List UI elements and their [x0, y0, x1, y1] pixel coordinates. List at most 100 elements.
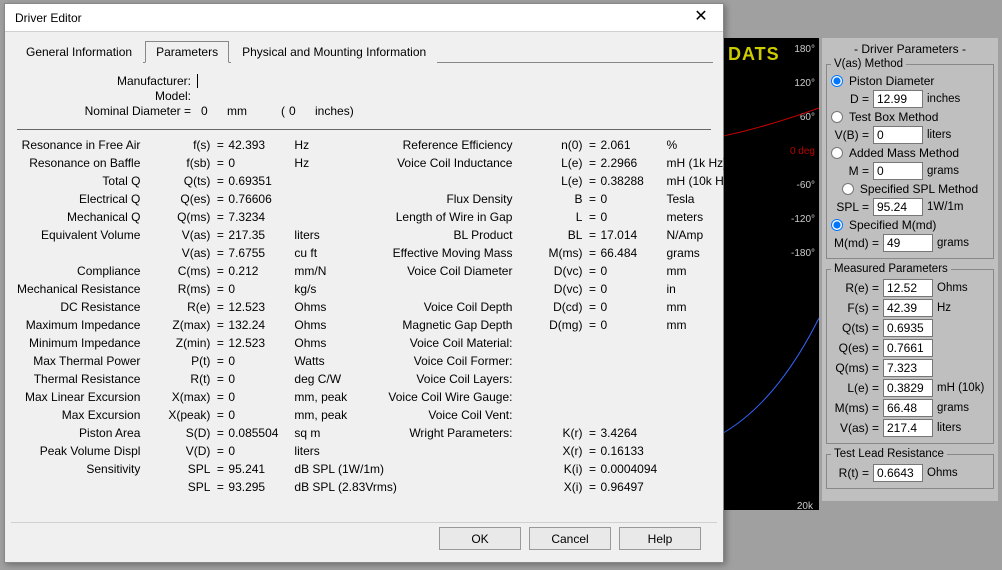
param-value[interactable]: 12.523 — [226, 334, 292, 352]
param-row: Voice Coil DiameterD(vc)=0mm — [388, 262, 760, 280]
param-value[interactable]: 0.16133 — [598, 442, 664, 460]
piston-diameter-radio[interactable] — [831, 75, 843, 87]
param-symbol: V(as) — [148, 244, 214, 262]
param-label: Mechanical Resistance — [17, 280, 148, 298]
param-value[interactable]: 3.4264 — [598, 424, 664, 442]
param-symbol: f(s) — [148, 136, 214, 154]
param-value[interactable]: 0 — [226, 352, 292, 370]
measured-row: L(e) =mH (10k) — [831, 379, 989, 397]
d-input[interactable] — [873, 90, 923, 108]
measured-input[interactable] — [883, 299, 933, 317]
param-value[interactable]: 66.484 — [598, 244, 664, 262]
param-value[interactable]: 0 — [598, 190, 664, 208]
param-eq: = — [586, 172, 598, 190]
param-unit: cu ft — [292, 244, 388, 262]
param-value[interactable]: 0 — [226, 406, 292, 424]
measured-label: L(e) = — [831, 381, 879, 395]
param-label: Wright Parameters: — [388, 424, 520, 442]
param-value[interactable]: 0 — [226, 388, 292, 406]
measured-input[interactable] — [883, 339, 933, 357]
param-value[interactable]: 0 — [598, 208, 664, 226]
param-label: Thermal Resistance — [17, 370, 148, 388]
mmd-radio[interactable] — [831, 219, 843, 231]
tab-physical[interactable]: Physical and Mounting Information — [231, 41, 437, 63]
param-value[interactable]: 2.061 — [598, 136, 664, 154]
param-value[interactable] — [598, 334, 664, 352]
help-button[interactable]: Help — [619, 527, 701, 550]
ok-button[interactable]: OK — [439, 527, 521, 550]
param-col-left: Resonance in Free Airf(s)=42.393HzResona… — [17, 136, 388, 496]
param-value[interactable]: 7.6755 — [226, 244, 292, 262]
spl-unit: 1W/1m — [927, 201, 989, 213]
param-value[interactable]: 0 — [226, 280, 292, 298]
added-mass-radio[interactable] — [831, 147, 843, 159]
param-value[interactable]: 0.0004094 — [598, 460, 664, 478]
tab-parameters[interactable]: Parameters — [145, 41, 229, 63]
driver-editor-dialog: Driver Editor ✕ General Information Para… — [4, 3, 724, 563]
m-input[interactable] — [873, 162, 923, 180]
measured-input[interactable] — [883, 399, 933, 417]
param-value[interactable] — [598, 370, 664, 388]
param-unit: Tesla — [664, 190, 760, 208]
param-value[interactable]: 0 — [226, 370, 292, 388]
measured-input[interactable] — [883, 419, 933, 437]
cancel-button[interactable]: Cancel — [529, 527, 611, 550]
param-symbol: D(vc) — [520, 262, 586, 280]
param-value[interactable]: 0 — [226, 154, 292, 172]
measured-input[interactable] — [883, 379, 933, 397]
spl-method-radio[interactable] — [842, 183, 854, 195]
param-value[interactable]: 0.69351 — [226, 172, 292, 190]
param-value[interactable]: 217.35 — [226, 226, 292, 244]
param-value[interactable]: 0.76606 — [226, 190, 292, 208]
param-unit — [664, 424, 760, 442]
mmd-input[interactable] — [883, 234, 933, 252]
param-value[interactable]: 95.241 — [226, 460, 292, 478]
param-row: Voice Coil InductanceL(e)=2.2966mH (1k H… — [388, 154, 760, 172]
test-box-radio[interactable] — [831, 111, 843, 123]
param-eq — [586, 406, 598, 424]
param-value[interactable]: 12.523 — [226, 298, 292, 316]
param-value[interactable]: 0 — [598, 262, 664, 280]
param-value[interactable] — [598, 388, 664, 406]
param-label: Voice Coil Vent: — [388, 406, 520, 424]
vb-input[interactable] — [873, 126, 923, 144]
param-value[interactable]: 132.24 — [226, 316, 292, 334]
param-value[interactable]: 93.295 — [226, 478, 292, 496]
param-value[interactable]: 2.2966 — [598, 154, 664, 172]
measured-row: F(s) =Hz — [831, 299, 989, 317]
param-eq: = — [586, 442, 598, 460]
param-label: Reference Efficiency — [388, 136, 520, 154]
param-value[interactable]: 7.3234 — [226, 208, 292, 226]
measured-input[interactable] — [883, 319, 933, 337]
param-symbol: K(r) — [520, 424, 586, 442]
measured-input[interactable] — [883, 279, 933, 297]
param-value[interactable]: 0 — [598, 298, 664, 316]
param-value[interactable]: 42.393 — [226, 136, 292, 154]
param-row: Minimum ImpedanceZ(min)=12.523Ohms — [17, 334, 388, 352]
spl-input[interactable] — [873, 198, 923, 216]
nomdiam-label: Nominal Diameter = — [17, 104, 197, 118]
titlebar: Driver Editor ✕ — [5, 4, 723, 32]
param-value[interactable]: 0.38288 — [598, 172, 664, 190]
param-value[interactable]: 0 — [598, 280, 664, 298]
piston-diameter-label: Piston Diameter — [849, 74, 934, 88]
param-unit: mH (1k Hz) — [664, 154, 760, 172]
param-value[interactable]: 0.96497 — [598, 478, 664, 496]
param-value[interactable]: 0.212 — [226, 262, 292, 280]
param-symbol: C(ms) — [148, 262, 214, 280]
rt-input[interactable] — [873, 464, 923, 482]
param-label — [388, 442, 520, 460]
param-value[interactable]: 0 — [598, 316, 664, 334]
param-value[interactable]: 0.085504 — [226, 424, 292, 442]
nomdiam-value[interactable]: 0 — [197, 104, 227, 118]
test-box-label: Test Box Method — [849, 110, 938, 124]
param-symbol: X(peak) — [148, 406, 214, 424]
param-value[interactable] — [598, 406, 664, 424]
close-icon[interactable]: ✕ — [681, 5, 721, 31]
measured-input[interactable] — [883, 359, 933, 377]
param-value[interactable]: 0 — [226, 442, 292, 460]
tab-general[interactable]: General Information — [15, 41, 143, 63]
param-unit — [292, 190, 388, 208]
param-value[interactable] — [598, 352, 664, 370]
param-value[interactable]: 17.014 — [598, 226, 664, 244]
